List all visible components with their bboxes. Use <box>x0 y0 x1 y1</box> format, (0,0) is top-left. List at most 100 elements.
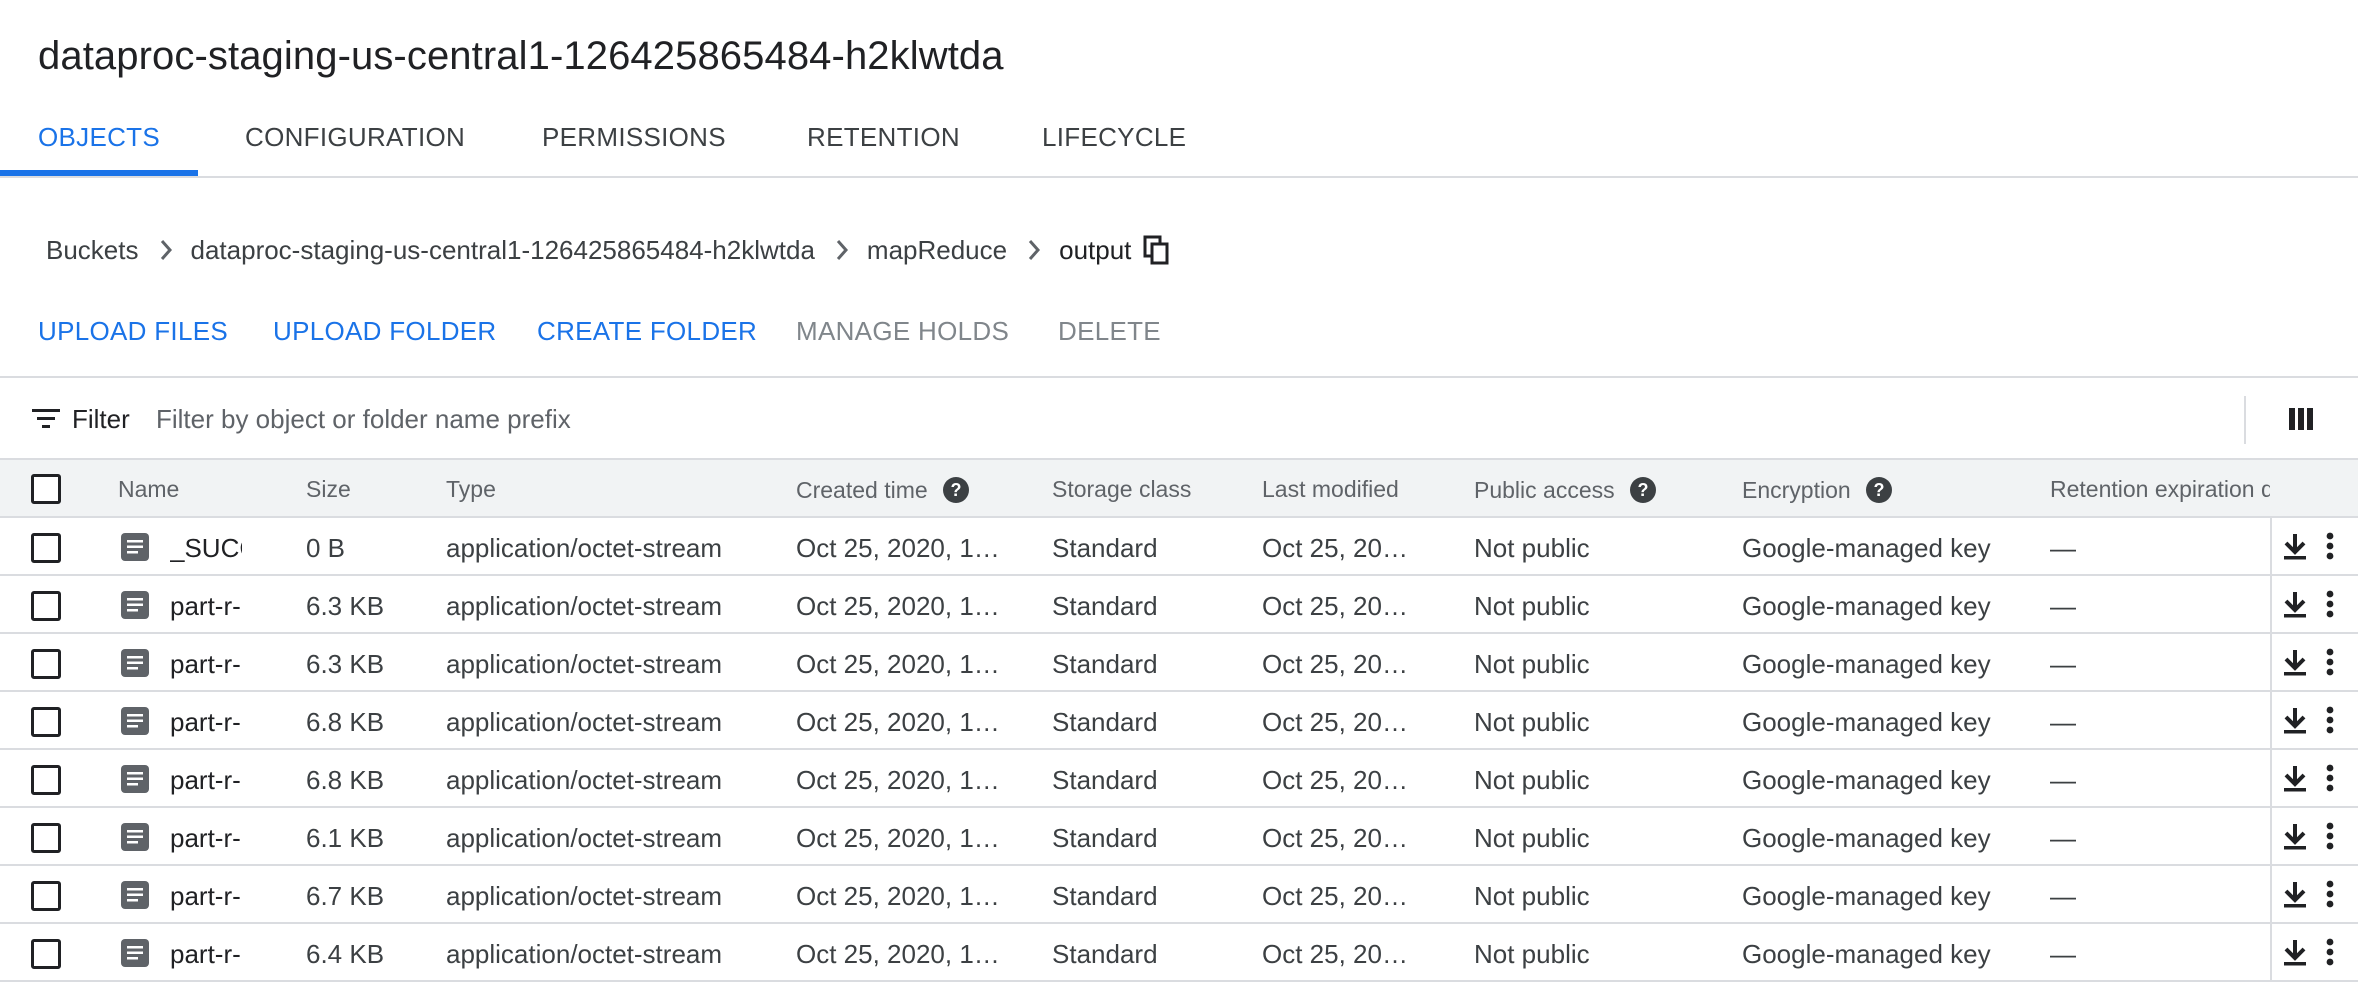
column-header-modified[interactable]: Last modified <box>1262 476 1399 503</box>
more-vert-icon[interactable] <box>2324 937 2336 972</box>
object-created-time: Oct 25, 2020, 1… <box>796 591 1000 621</box>
object-created-time: Oct 25, 2020, 1… <box>796 881 1000 911</box>
object-name-link[interactable]: part-r- <box>170 649 242 680</box>
row-checkbox[interactable] <box>31 881 61 911</box>
object-created-time: Oct 25, 2020, 1… <box>796 649 1000 679</box>
download-icon[interactable] <box>2280 879 2310 914</box>
help-icon[interactable]: ? <box>1629 476 1657 504</box>
copy-icon[interactable] <box>1143 235 1171 265</box>
row-checkbox[interactable] <box>31 591 61 621</box>
row-checkbox[interactable] <box>31 765 61 795</box>
upload-folder-button[interactable]: UPLOAD FOLDER <box>273 316 497 347</box>
tab-retention[interactable]: RETENTION <box>807 122 960 153</box>
tab-permissions[interactable]: PERMISSIONS <box>542 122 726 153</box>
table-row[interactable]: part-r- 6.8 KB application/octet-stream Oct… <box>0 750 2358 808</box>
columns-icon[interactable] <box>2288 406 2314 437</box>
column-header-name[interactable]: Name <box>118 476 179 503</box>
object-storage-class: Standard <box>1052 881 1158 911</box>
object-type: application/octet-stream <box>446 939 723 969</box>
object-name-link[interactable]: part-r- <box>170 939 242 970</box>
table-row[interactable]: part-r- 6.4 KB application/octet-stream Oct… <box>0 924 2358 982</box>
object-size: 0 B <box>306 533 346 563</box>
file-icon <box>120 532 150 567</box>
breadcrumb-mapreduce[interactable]: mapReduce <box>867 235 1007 266</box>
tab-configuration[interactable]: CONFIGURATION <box>245 122 465 153</box>
object-storage-class: Standard <box>1052 823 1158 853</box>
table-row[interactable]: part-r- 6.7 KB application/octet-stream Oct… <box>0 866 2358 924</box>
file-icon <box>120 590 150 625</box>
download-icon[interactable] <box>2280 589 2310 624</box>
object-created-time: Oct 25, 2020, 1… <box>796 939 1000 969</box>
more-vert-icon[interactable] <box>2324 763 2336 798</box>
column-header-size[interactable]: Size <box>306 476 351 503</box>
chevron-right-icon <box>1027 239 1041 261</box>
object-public-access: Not public <box>1474 765 1590 795</box>
object-size: 6.8 KB <box>306 765 385 795</box>
object-last-modified: Oct 25, 20… <box>1262 939 1408 969</box>
filter-bar: Filter <box>0 380 2358 460</box>
more-vert-icon[interactable] <box>2324 705 2336 740</box>
object-retention-expiration: — <box>2050 707 2076 737</box>
breadcrumb-buckets[interactable]: Buckets <box>46 235 139 266</box>
object-retention-expiration: — <box>2050 765 2076 795</box>
row-checkbox[interactable] <box>31 649 61 679</box>
object-name-link[interactable]: _SUCC <box>170 533 242 564</box>
row-checkbox[interactable] <box>31 823 61 853</box>
object-size: 6.8 KB <box>306 707 385 737</box>
table-row[interactable]: part-r- 6.1 KB application/octet-stream Oct… <box>0 808 2358 866</box>
file-icon <box>120 938 150 973</box>
download-icon[interactable] <box>2280 937 2310 972</box>
breadcrumb-bucket[interactable]: dataproc-staging-us-central1-12642586548… <box>191 235 815 266</box>
manage-holds-button[interactable]: MANAGE HOLDS <box>796 316 1009 347</box>
column-header-type[interactable]: Type <box>446 476 496 503</box>
more-vert-icon[interactable] <box>2324 589 2336 624</box>
object-retention-expiration: — <box>2050 939 2076 969</box>
object-retention-expiration: — <box>2050 533 2076 563</box>
object-name-link[interactable]: part-r- <box>170 765 242 796</box>
table-row[interactable]: _SUCC 0 B application/octet-stream Oct 25, … <box>0 518 2358 576</box>
column-header-retention[interactable]: Retention expiration d <box>2050 476 2270 503</box>
row-checkbox[interactable] <box>31 707 61 737</box>
upload-files-button[interactable]: UPLOAD FILES <box>38 316 228 347</box>
column-header-storage[interactable]: Storage class <box>1052 476 1191 503</box>
table-row[interactable]: part-r- 6.8 KB application/octet-stream Oct… <box>0 692 2358 750</box>
row-actions <box>2270 866 2358 922</box>
more-vert-icon[interactable] <box>2324 647 2336 682</box>
object-last-modified: Oct 25, 20… <box>1262 823 1408 853</box>
filter-input[interactable] <box>156 394 1456 444</box>
download-icon[interactable] <box>2280 531 2310 566</box>
more-vert-icon[interactable] <box>2324 531 2336 566</box>
row-actions <box>2270 924 2358 980</box>
column-header-encryption[interactable]: Encryption? <box>1742 476 1893 504</box>
download-icon[interactable] <box>2280 647 2310 682</box>
row-checkbox[interactable] <box>31 939 61 969</box>
object-name-link[interactable]: part-r- <box>170 591 242 622</box>
table-row[interactable]: part-r- 6.3 KB application/octet-stream Oct… <box>0 576 2358 634</box>
chevron-right-icon <box>835 239 849 261</box>
download-icon[interactable] <box>2280 763 2310 798</box>
create-folder-button[interactable]: CREATE FOLDER <box>537 316 757 347</box>
download-icon[interactable] <box>2280 705 2310 740</box>
help-icon[interactable]: ? <box>1865 476 1893 504</box>
row-checkbox[interactable] <box>31 533 61 563</box>
delete-button[interactable]: DELETE <box>1058 316 1161 347</box>
object-name-link[interactable]: part-r- <box>170 823 242 854</box>
download-icon[interactable] <box>2280 821 2310 856</box>
table-header: Name Size Type Created time? Storage cla… <box>0 460 2358 518</box>
select-all-checkbox[interactable] <box>31 474 61 504</box>
more-vert-icon[interactable] <box>2324 879 2336 914</box>
object-size: 6.3 KB <box>306 649 385 679</box>
help-icon[interactable]: ? <box>942 476 970 504</box>
filter-icon <box>32 407 60 434</box>
tab-lifecycle[interactable]: LIFECYCLE <box>1042 122 1186 153</box>
column-header-public[interactable]: Public access? <box>1474 476 1657 504</box>
object-name-link[interactable]: part-r- <box>170 881 242 912</box>
more-vert-icon[interactable] <box>2324 821 2336 856</box>
column-header-created[interactable]: Created time? <box>796 476 970 504</box>
table-row[interactable]: part-r- 6.3 KB application/octet-stream Oct… <box>0 634 2358 692</box>
row-actions <box>2270 750 2358 806</box>
object-retention-expiration: — <box>2050 649 2076 679</box>
row-actions <box>2270 808 2358 864</box>
object-name-link[interactable]: part-r- <box>170 707 242 738</box>
tab-objects[interactable]: OBJECTS <box>38 122 160 153</box>
